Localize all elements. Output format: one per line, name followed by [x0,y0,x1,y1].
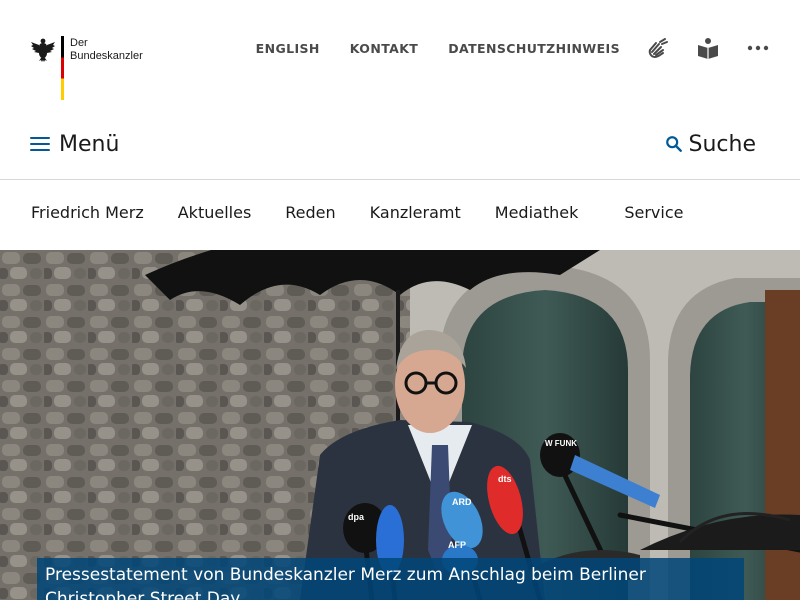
site-logo[interactable]: Der Bundeskanzler [30,36,143,100]
hero-image: dpa AFP dts ARD W FUNK [0,250,800,600]
logo-line-2: Bundeskanzler [70,50,143,62]
search-icon [665,136,682,152]
site-header: Der Bundeskanzler ENGLISH KONTAKT DATENS… [0,0,800,116]
nav-item-friedrich-merz[interactable]: Friedrich Merz [31,203,144,222]
search-button[interactable]: Suche [665,128,756,160]
mic-label-ard: ARD [452,497,472,507]
easy-language-icon[interactable] [696,36,720,60]
nav-item-service[interactable]: Service [624,203,683,222]
hero-teaser[interactable]: dpa AFP dts ARD W FUNK [0,250,800,600]
search-label: Suche [688,131,756,157]
mic-label-funk: W FUNK [545,439,577,448]
nav-item-aktuelles[interactable]: Aktuelles [178,203,252,222]
logo-line-1: Der [70,37,88,49]
nav-item-reden[interactable]: Reden [285,203,335,222]
federal-eagle-icon [31,38,55,62]
contact-link[interactable]: KONTAKT [350,41,418,56]
sign-language-icon[interactable] [646,36,670,60]
privacy-link[interactable]: DATENSCHUTZHINWEIS [448,41,620,56]
menu-button[interactable]: Menü [30,128,119,160]
english-link[interactable]: ENGLISH [256,41,320,56]
hero-caption[interactable]: Pressestatement von Bundeskanzler Merz z… [37,558,744,600]
menu-bar: Menü Suche [0,116,800,180]
mic-label-dpa: dpa [348,512,365,522]
more-icon[interactable] [746,36,770,60]
flag-bar [61,36,64,100]
main-nav: Friedrich Merz Aktuelles Reden Kanzleram… [0,181,800,249]
menu-label: Menü [59,131,120,157]
mic-label-afp: AFP [448,540,466,550]
logo-wordmark: Der Bundeskanzler [70,36,143,63]
mic-label-dts: dts [498,474,512,484]
nav-item-kanzleramt[interactable]: Kanzleramt [370,203,461,222]
utility-nav: ENGLISH KONTAKT DATENSCHUTZHINWEIS [256,36,770,60]
nav-item-mediathek[interactable]: Mediathek [495,203,579,222]
hamburger-icon [30,137,50,151]
